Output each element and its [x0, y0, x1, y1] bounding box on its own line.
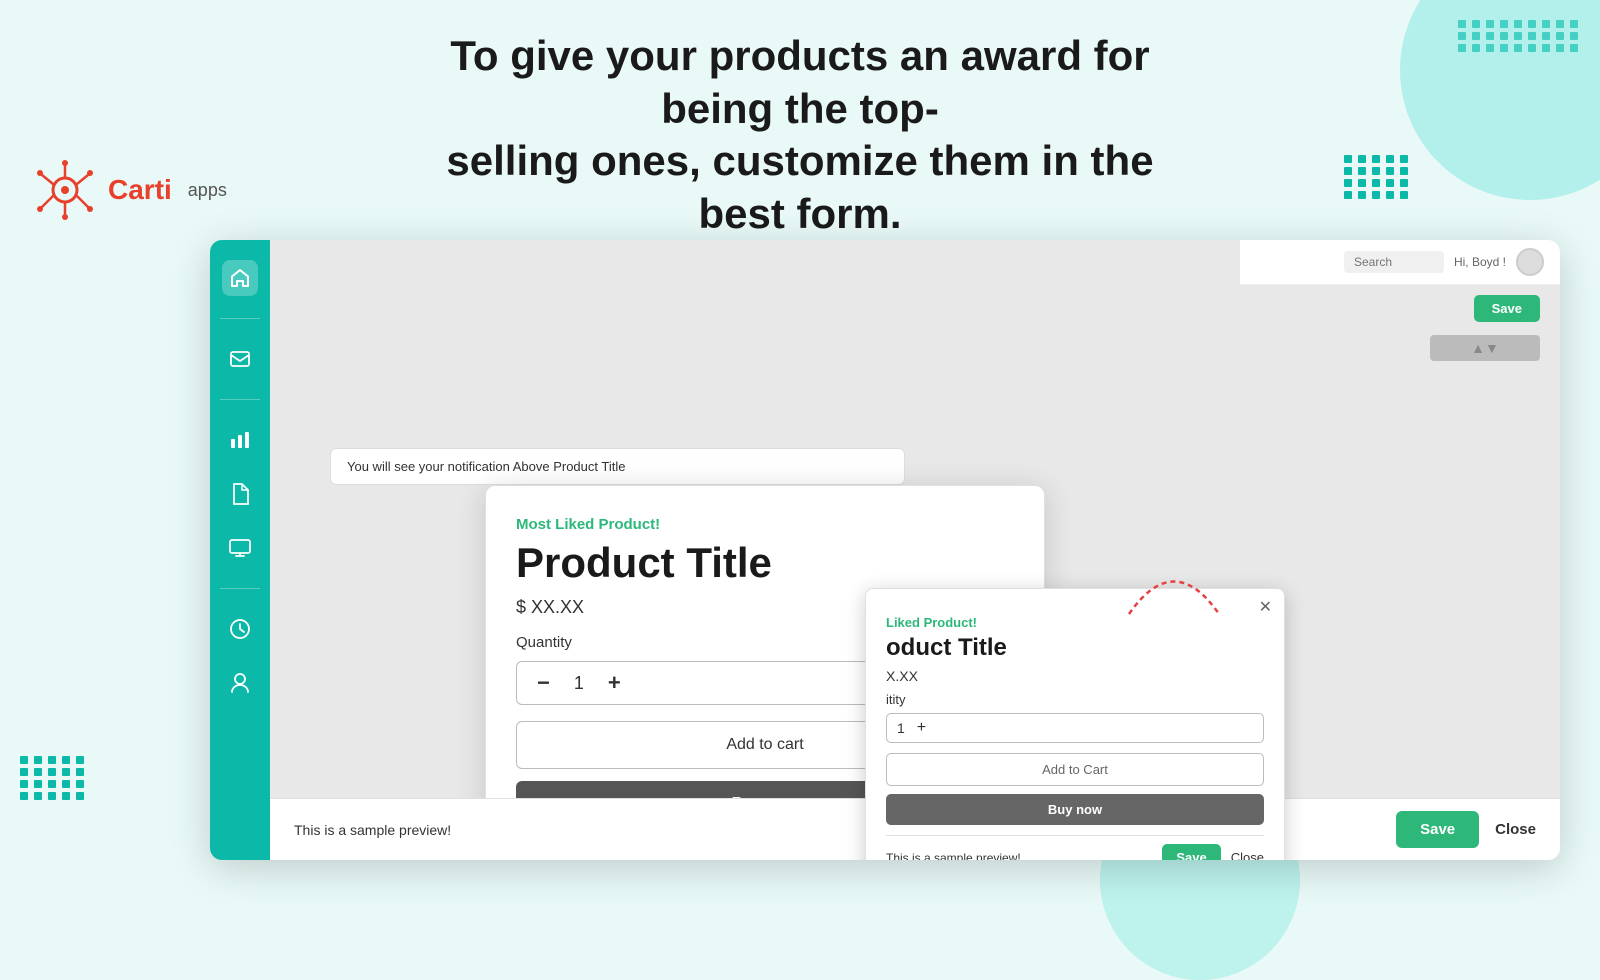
- carti-logo-icon: [30, 155, 100, 225]
- header-title-line2: selling ones, customize them in the best…: [446, 137, 1153, 237]
- main-content: Hi, Boyd ! Save ▲▼ You will see your not…: [270, 240, 1560, 860]
- right-save-button[interactable]: Save: [1474, 295, 1540, 322]
- header-title-line1: To give your products an award for being…: [450, 32, 1149, 132]
- product-modal-small: ✕ Liked Product! oduct Title X.XX itity …: [865, 588, 1285, 860]
- notification-bar: You will see your notification Above Pro…: [330, 448, 905, 485]
- modal-large-title: Product Title: [516, 539, 1014, 587]
- sidebar: [210, 240, 270, 860]
- modal-small-price: X.XX: [886, 668, 1264, 684]
- sidebar-item-document[interactable]: [222, 476, 258, 512]
- modal-small-bottom-bar: This is a sample preview! Save Close: [886, 835, 1264, 860]
- qty-decrease-btn-large[interactable]: −: [533, 670, 554, 696]
- modal-small-qty-label: itity: [886, 692, 1264, 707]
- dots-decoration-mid-right: [1344, 155, 1410, 199]
- close-button-large[interactable]: Close: [1495, 821, 1536, 838]
- modal-small-qty-control: 1 +: [886, 713, 1264, 743]
- sidebar-item-chart[interactable]: [222, 422, 258, 458]
- sidebar-item-display[interactable]: [222, 530, 258, 566]
- modal-small-title: oduct Title: [886, 634, 1264, 662]
- sidebar-item-home[interactable]: [222, 260, 258, 296]
- qty-increase-btn-large[interactable]: +: [604, 670, 625, 696]
- user-avatar: [1516, 248, 1544, 276]
- logo-text: Carti: [108, 174, 172, 206]
- dots-decoration-bottom-left: [20, 756, 86, 800]
- hi-user-text: Hi, Boyd !: [1454, 255, 1506, 269]
- save-button-small[interactable]: Save: [1162, 844, 1220, 860]
- preview-text-large: This is a sample preview!: [294, 822, 451, 838]
- save-button-large[interactable]: Save: [1396, 811, 1479, 848]
- teal-circle-decoration-tr: [1400, 0, 1600, 200]
- app-window: Hi, Boyd ! Save ▲▼ You will see your not…: [210, 240, 1560, 860]
- right-save-area: Save: [1464, 285, 1550, 332]
- page-title: To give your products an award for being…: [400, 30, 1200, 240]
- sidebar-divider-2: [220, 399, 260, 400]
- preview-text-small: This is a sample preview!: [886, 851, 1021, 861]
- sidebar-divider-1: [220, 318, 260, 319]
- close-x-button-small[interactable]: ✕: [1259, 597, 1272, 617]
- qty-value-small: 1: [897, 720, 905, 736]
- modal-large-badge: Most Liked Product!: [516, 516, 1014, 533]
- sidebar-item-user[interactable]: [222, 665, 258, 701]
- sidebar-divider-3: [220, 588, 260, 589]
- add-to-cart-button-small[interactable]: Add to Cart: [886, 753, 1264, 786]
- sidebar-item-clock[interactable]: [222, 611, 258, 647]
- close-button-small[interactable]: Close: [1231, 850, 1264, 860]
- qty-value-large: 1: [574, 673, 584, 694]
- app-top-bar: Hi, Boyd !: [1240, 240, 1560, 285]
- apps-label: apps: [188, 180, 227, 201]
- search-input[interactable]: [1344, 251, 1444, 273]
- dashed-arc-icon: [1124, 559, 1224, 619]
- gray-select-placeholder[interactable]: ▲▼: [1430, 335, 1540, 361]
- qty-increase-btn-small[interactable]: +: [917, 719, 926, 737]
- buy-now-button-small[interactable]: Buy now: [886, 794, 1264, 825]
- sidebar-item-mail[interactable]: [222, 341, 258, 377]
- notification-text: You will see your notification Above Pro…: [347, 459, 625, 474]
- logo-area: Carti apps: [30, 155, 227, 225]
- gray-select-area: ▲▼: [1430, 335, 1540, 361]
